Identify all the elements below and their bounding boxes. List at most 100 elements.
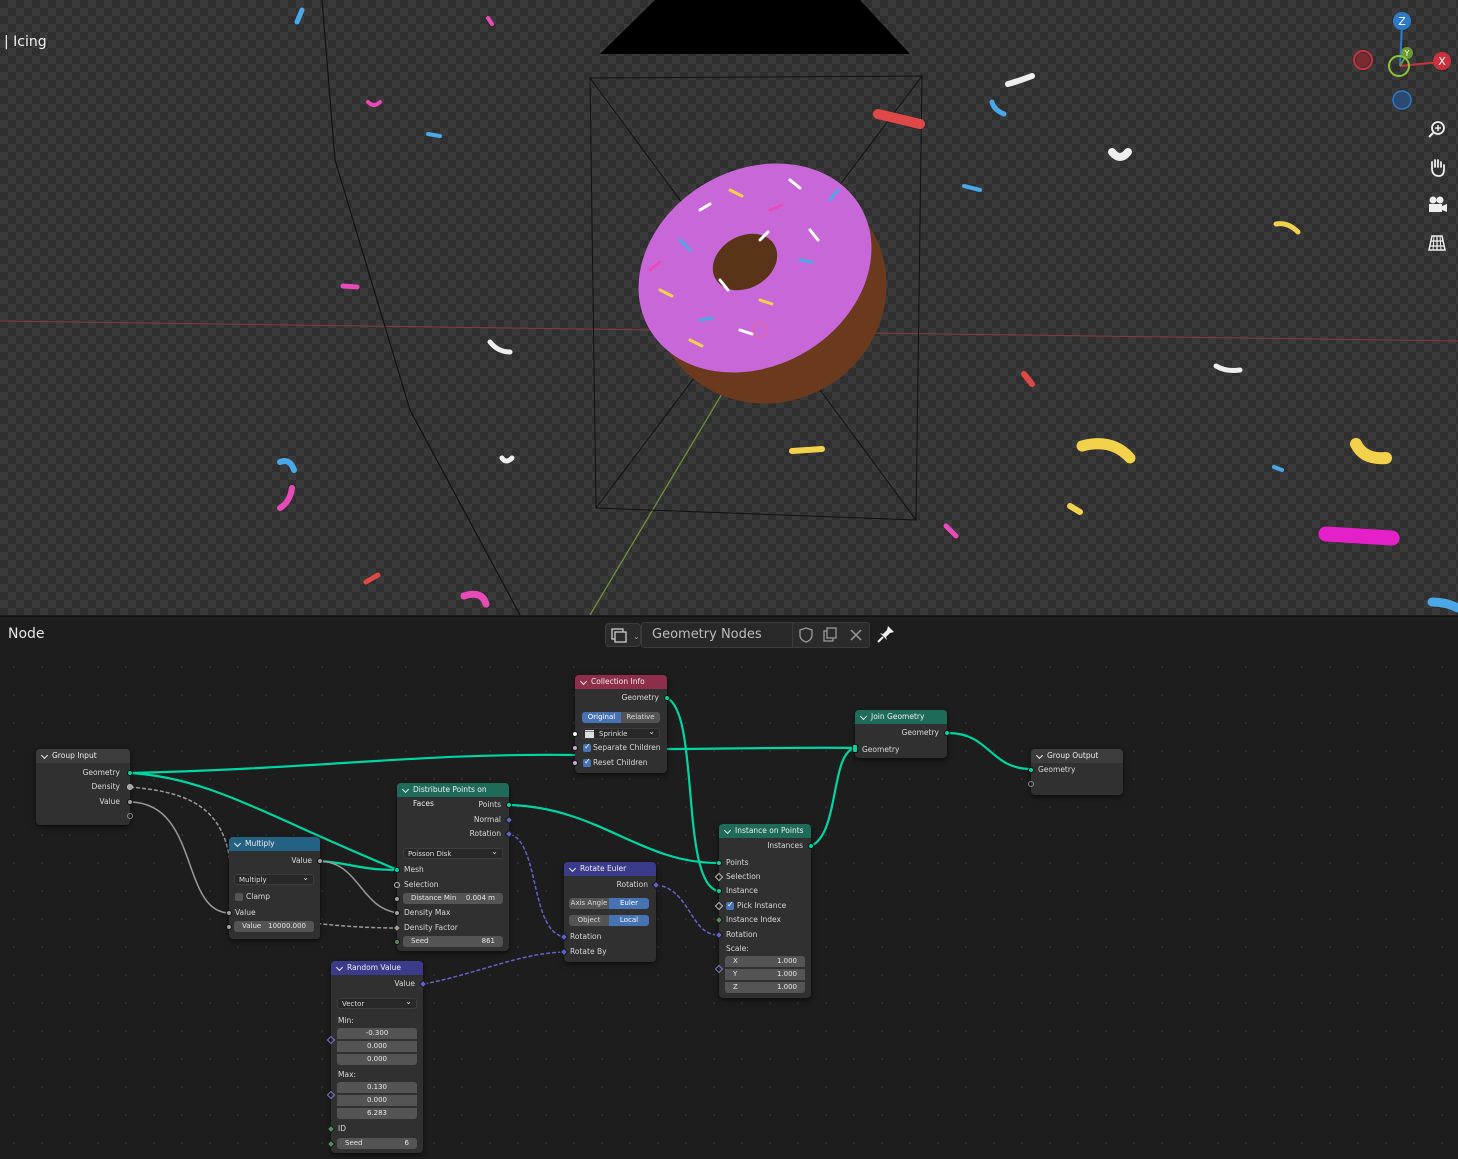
- points-input-label: Points: [726, 858, 749, 867]
- clamp-checkbox[interactable]: [235, 893, 243, 901]
- node-tree-type-dropdown[interactable]: ⌄: [605, 623, 641, 647]
- object-space-toggle[interactable]: Object: [569, 915, 609, 926]
- distance-min-socket[interactable]: [394, 896, 400, 902]
- group-output-empty-socket[interactable]: [1028, 781, 1034, 787]
- empty-output-socket[interactable]: [127, 813, 133, 819]
- grid-icon[interactable]: [1424, 230, 1450, 256]
- max-x-field[interactable]: 0.130: [337, 1082, 417, 1093]
- mesh-input-socket[interactable]: [394, 867, 400, 873]
- scale-x-field[interactable]: X 1.000: [725, 956, 805, 967]
- distribute-mode-dropdown[interactable]: Poisson Disk: [403, 846, 503, 859]
- node-editor-canvas[interactable]: Group Input Geometry Density Value Multi…: [0, 653, 1458, 1159]
- reset-children-socket[interactable]: [572, 760, 578, 766]
- random-type-dropdown[interactable]: Vector: [337, 996, 417, 1009]
- scale-z-field[interactable]: Z 1.000: [725, 982, 805, 993]
- max-z-field[interactable]: 6.283: [337, 1108, 417, 1119]
- collection-input-socket[interactable]: [572, 731, 578, 737]
- separate-children-socket[interactable]: [572, 745, 578, 751]
- multiply-node[interactable]: Multiply Value Multiply Clamp Value Valu…: [226, 837, 323, 939]
- euler-toggle[interactable]: Euler: [609, 898, 649, 909]
- pick-instance-label: Pick Instance: [737, 901, 787, 910]
- min-z-field[interactable]: 0.000: [337, 1054, 417, 1065]
- distribute-seed-socket[interactable]: [394, 939, 400, 945]
- node-tree-buttons: [792, 622, 870, 648]
- group-input-header[interactable]: Group Input: [36, 749, 130, 763]
- multiply-input-socket-b[interactable]: [226, 924, 232, 930]
- group-output-geometry-socket[interactable]: [1028, 767, 1034, 773]
- join-geometry-node[interactable]: Join Geometry Geometry Geometry: [852, 710, 950, 758]
- rotate-euler-node[interactable]: Rotate Euler Rotation Axis Angle Euler O…: [559, 862, 661, 962]
- random-seed-value: 6: [404, 1139, 409, 1147]
- reset-children-checkbox[interactable]: [583, 757, 591, 767]
- join-geometry-header[interactable]: Join Geometry: [855, 710, 947, 724]
- multiply-value-field[interactable]: Value 10000.000: [234, 921, 314, 932]
- camera-icon[interactable]: [1424, 192, 1450, 218]
- instance-on-points-header[interactable]: Instance on Points: [719, 824, 811, 838]
- multiply-header[interactable]: Multiply: [229, 837, 320, 851]
- separate-children-checkbox[interactable]: [583, 742, 591, 752]
- group-output-header[interactable]: Group Output: [1031, 749, 1123, 763]
- svg-text:⌄: ⌄: [633, 632, 640, 641]
- node-tree-name-field[interactable]: Geometry Nodes: [641, 622, 793, 648]
- close-icon[interactable]: [847, 626, 865, 644]
- min-y-field[interactable]: 0.000: [337, 1041, 417, 1052]
- random-value-header[interactable]: Random Value: [331, 961, 423, 975]
- collection-info-header[interactable]: Collection Info: [575, 675, 667, 689]
- instance-input-socket[interactable]: [716, 888, 722, 894]
- distance-min-field[interactable]: Distance Min 0.004 m: [403, 893, 503, 904]
- points-input-socket[interactable]: [716, 860, 722, 866]
- rotate-euler-input-b-label: Rotate By: [570, 947, 607, 956]
- max-y-field[interactable]: 0.000: [337, 1095, 417, 1106]
- points-output-socket[interactable]: [506, 802, 512, 808]
- min-label: Min:: [338, 1016, 354, 1025]
- axis-angle-toggle[interactable]: Axis Angle: [569, 898, 609, 909]
- neg-z-handle[interactable]: [1392, 90, 1412, 110]
- navigation-gizmo[interactable]: Z X Y: [1350, 10, 1454, 114]
- rotate-euler-header[interactable]: Rotate Euler: [564, 862, 656, 876]
- fake-user-shield-icon[interactable]: [797, 626, 815, 644]
- scale-x-label: X: [733, 957, 738, 965]
- hand-icon[interactable]: [1424, 154, 1450, 180]
- scale-y-field[interactable]: Y 1.000: [725, 969, 805, 980]
- camera-frame: [600, 0, 910, 54]
- min-x-field[interactable]: -0.300: [337, 1028, 417, 1039]
- distribute-seed-field[interactable]: Seed 861: [403, 936, 503, 947]
- zoom-icon[interactable]: [1424, 116, 1450, 142]
- density-max-socket[interactable]: [394, 910, 400, 916]
- rotation-input-label: Rotation: [726, 930, 758, 939]
- collection-geometry-socket[interactable]: [664, 695, 670, 701]
- random-seed-field[interactable]: Seed 6: [337, 1138, 417, 1149]
- viewport-scene: [0, 0, 1458, 615]
- distribute-header[interactable]: Distribute Points on Faces: [397, 783, 509, 808]
- z-axis-label: Z: [1398, 15, 1406, 28]
- distribute-points-node[interactable]: Distribute Points on Faces Points Normal…: [392, 783, 514, 951]
- operation-dropdown[interactable]: Multiply: [234, 872, 314, 885]
- pick-instance-checkbox[interactable]: [726, 900, 734, 910]
- multiply-input-socket-a[interactable]: [226, 910, 232, 916]
- geometry-output-socket[interactable]: [127, 770, 133, 776]
- group-input-node[interactable]: Group Input Geometry Density Value: [36, 749, 133, 825]
- original-toggle[interactable]: Original: [582, 712, 621, 723]
- join-input-label: Geometry: [862, 745, 900, 754]
- join-output-socket[interactable]: [944, 730, 950, 736]
- group-output-node[interactable]: Group Output Geometry: [1028, 749, 1123, 795]
- 3d-viewport[interactable]: | Icing Z X Y: [0, 0, 1458, 615]
- multiply-output-socket[interactable]: [317, 858, 323, 864]
- instance-on-points-node[interactable]: Instance on Points Instances Points Sele…: [714, 824, 814, 998]
- selection-input-socket[interactable]: [394, 882, 400, 888]
- value-output-socket[interactable]: [127, 799, 133, 805]
- duplicate-icon[interactable]: [821, 626, 839, 644]
- join-input-socket[interactable]: [852, 744, 858, 753]
- density-output-socket[interactable]: [127, 784, 133, 790]
- pin-icon[interactable]: [876, 624, 896, 644]
- random-seed-label: Seed: [345, 1139, 363, 1147]
- group-output-input-label: Geometry: [1038, 765, 1076, 774]
- relative-toggle[interactable]: Relative: [621, 712, 660, 723]
- instances-output-socket[interactable]: [808, 843, 814, 849]
- id-label: ID: [338, 1124, 346, 1133]
- local-space-toggle[interactable]: Local: [609, 915, 649, 926]
- random-value-node[interactable]: Random Value Value Vector Min: -0.300 0.…: [326, 961, 428, 1153]
- collection-info-node[interactable]: Collection Info Geometry Original Relati…: [572, 675, 670, 773]
- density-max-label: Density Max: [404, 908, 451, 917]
- normal-output-label: Normal: [473, 815, 501, 824]
